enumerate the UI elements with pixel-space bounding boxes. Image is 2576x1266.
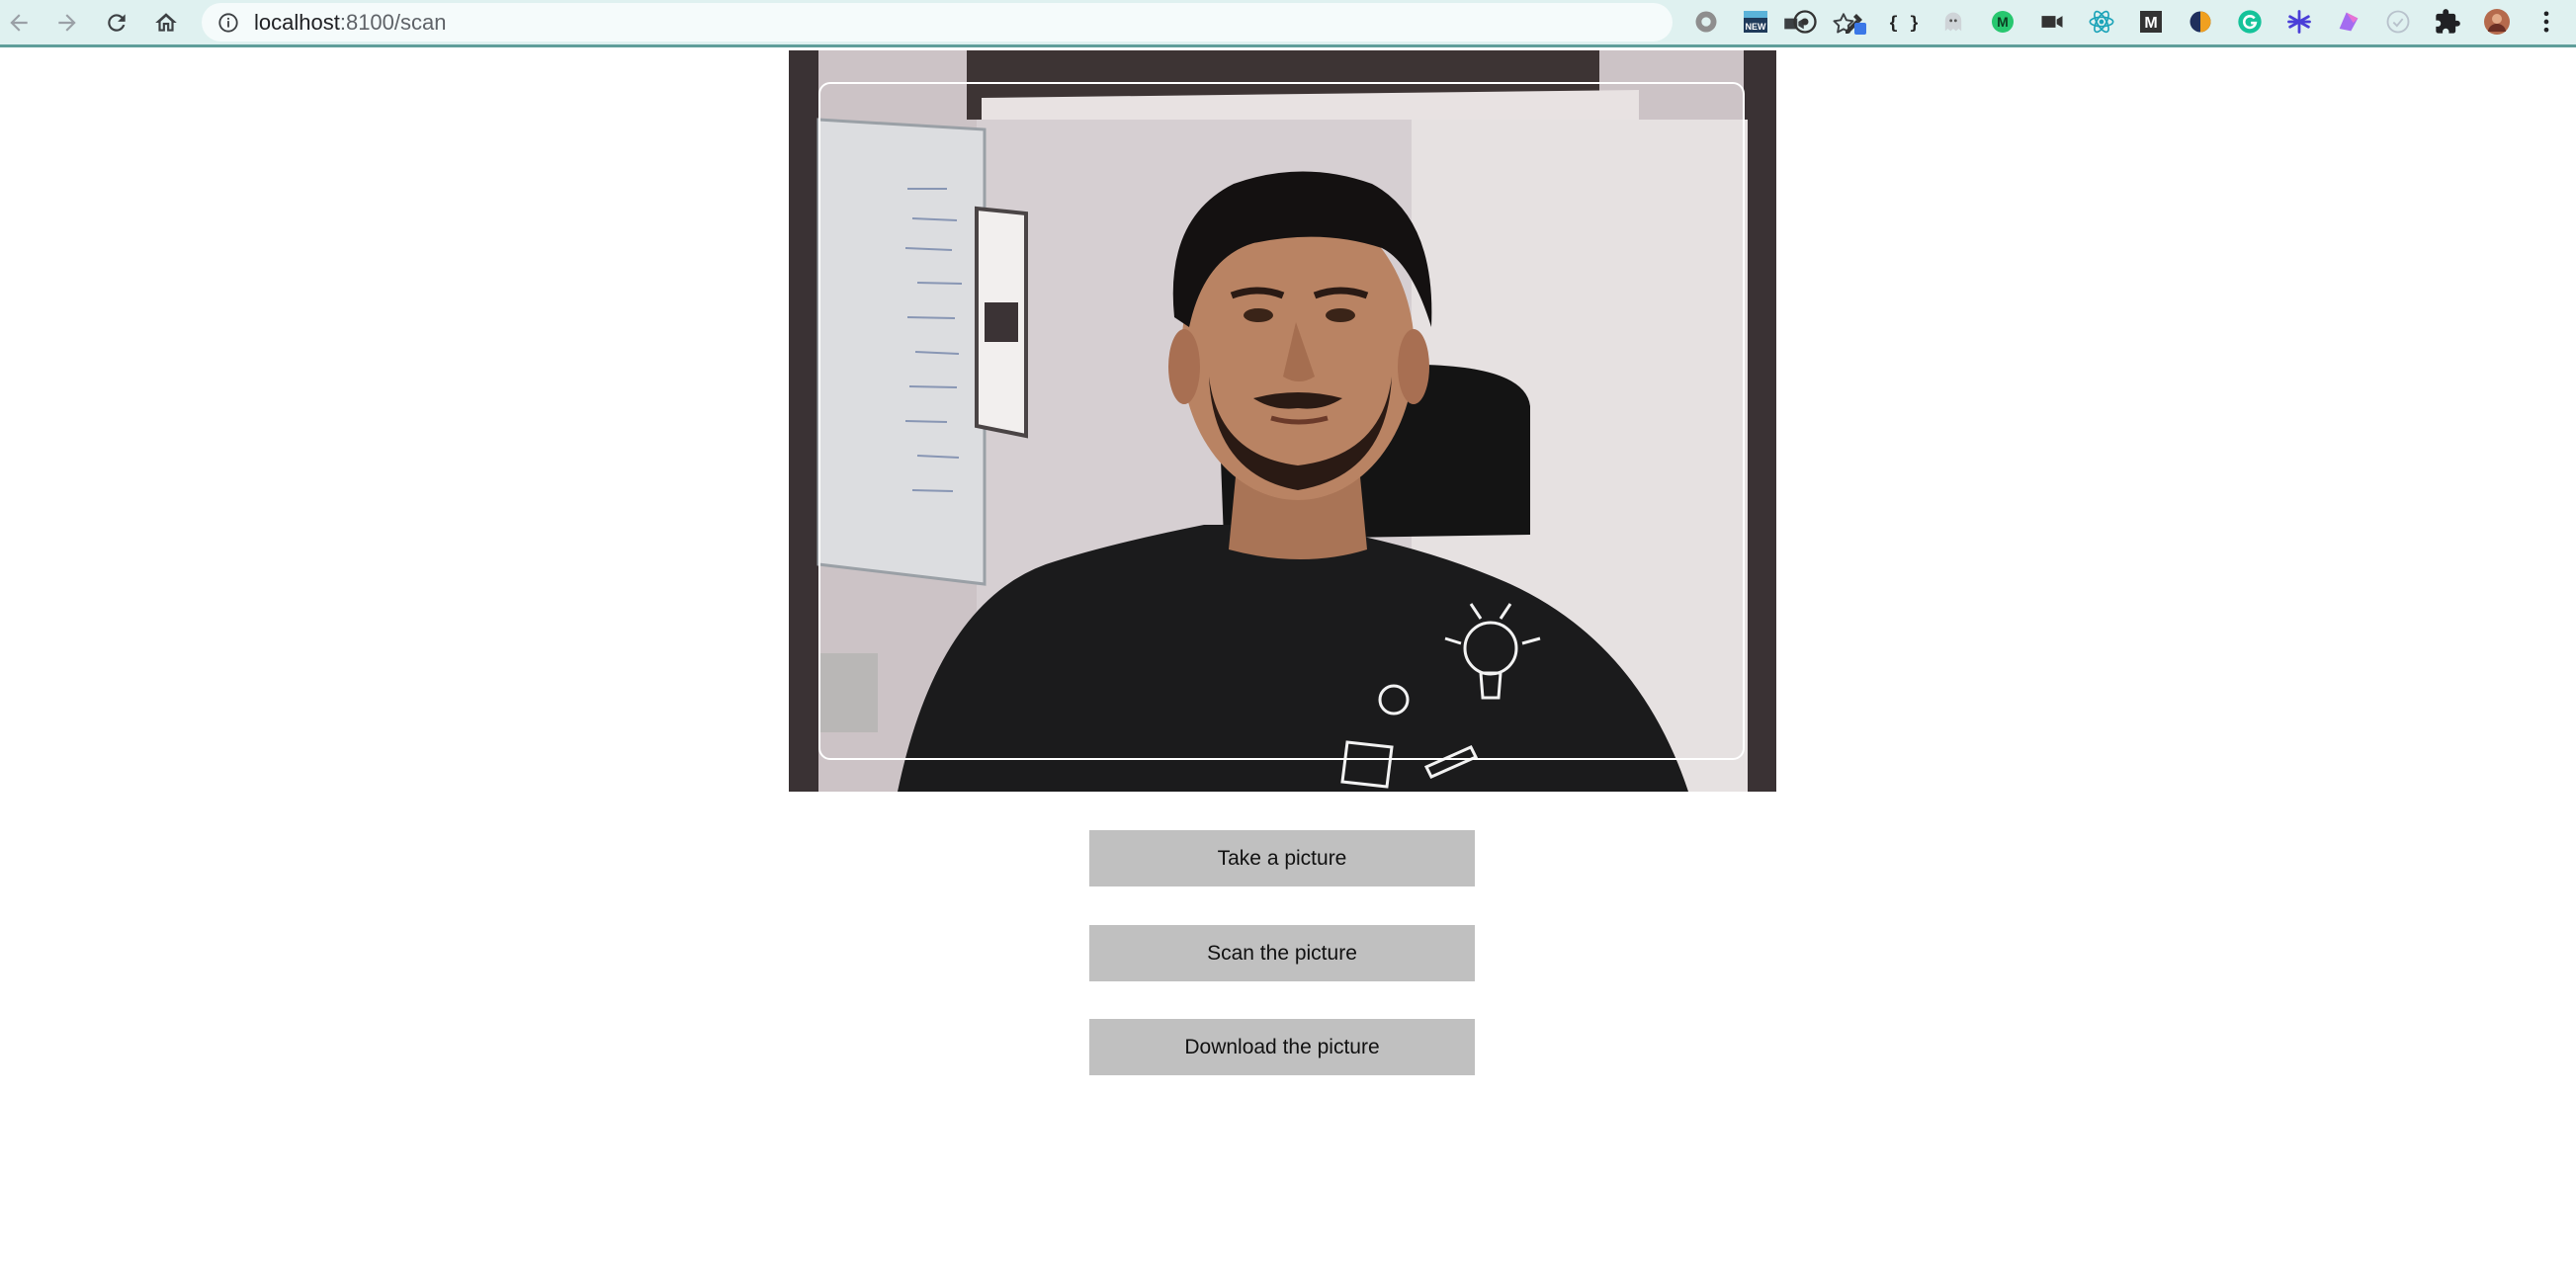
reload-icon: [108, 14, 126, 32]
json-braces-extension-icon[interactable]: { }: [1890, 8, 1918, 36]
asterisk-extension-icon[interactable]: [2285, 8, 2313, 36]
m-green-label: M: [1997, 14, 2009, 30]
arrow-right-icon: [58, 14, 76, 32]
video-camera-extension-icon[interactable]: [2038, 8, 2066, 36]
download-picture-button[interactable]: Download the picture: [1089, 1019, 1475, 1075]
palette-extension-icon[interactable]: [2335, 8, 2362, 36]
url-path: :8100/scan: [339, 10, 447, 35]
json-braces-label: { }: [1890, 13, 1918, 34]
arrow-left-icon: [10, 14, 28, 32]
home-button[interactable]: [149, 6, 183, 40]
eyedropper-extension-icon[interactable]: [1841, 8, 1868, 36]
m-extension-icon[interactable]: M: [2137, 8, 2165, 36]
ghost-extension-icon[interactable]: [1939, 8, 1967, 36]
browser-toolbar: localhost:8100/scan NEW { } M M: [0, 0, 2576, 47]
back-button[interactable]: [2, 6, 36, 40]
new-badge-label: NEW: [1746, 22, 1767, 32]
puzzle-extensions-icon[interactable]: [2434, 8, 2461, 36]
profile-avatar[interactable]: [2483, 8, 2511, 36]
grammarly-extension-icon[interactable]: [2236, 8, 2264, 36]
forward-button[interactable]: [50, 6, 84, 40]
halfmoon-extension-icon[interactable]: [2187, 8, 2214, 36]
address-bar[interactable]: localhost:8100/scan: [202, 3, 1854, 42]
take-picture-button[interactable]: Take a picture: [1089, 830, 1475, 886]
m-green-extension-icon[interactable]: M: [1989, 8, 2017, 36]
home-icon: [155, 13, 177, 32]
reload-button[interactable]: [100, 6, 133, 40]
camera-video-feed: [789, 50, 1776, 792]
check-circle-extension-icon[interactable]: [2384, 8, 2412, 36]
scan-picture-button[interactable]: Scan the picture: [1089, 925, 1475, 981]
gear-extension-icon[interactable]: [1692, 8, 1720, 36]
circle-extension-icon[interactable]: [1791, 8, 1819, 36]
new-badge-extension-icon[interactable]: NEW: [1742, 8, 1769, 36]
m-label: M: [2144, 15, 2157, 32]
site-info-icon[interactable]: [217, 12, 239, 34]
react-extension-icon[interactable]: [2088, 8, 2115, 36]
url-host: localhost: [254, 10, 340, 35]
url-text[interactable]: localhost:8100/scan: [254, 3, 446, 42]
scan-area-frame: [818, 82, 1745, 760]
kebab-menu-icon[interactable]: [2533, 8, 2560, 36]
